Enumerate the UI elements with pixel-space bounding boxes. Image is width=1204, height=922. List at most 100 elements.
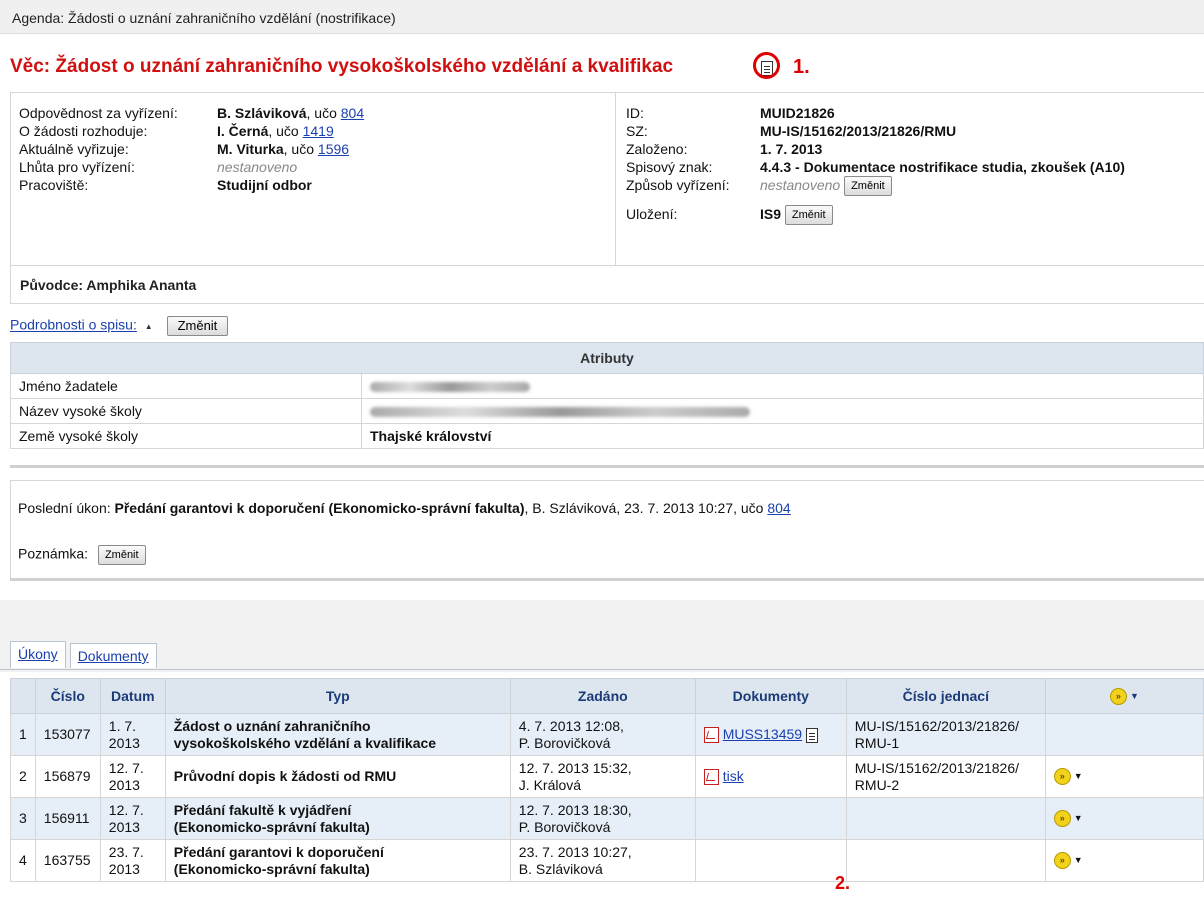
row-cislo: 163755 xyxy=(34,839,101,882)
chevron-down-icon[interactable]: ▼ xyxy=(1130,691,1139,701)
row-dokumenty: MUSS13459 xyxy=(694,713,847,756)
row-index: 2 xyxy=(10,755,36,798)
tabs: Úkony Dokumenty xyxy=(10,641,161,668)
pdf-icon[interactable] xyxy=(703,727,719,744)
tab-dokumenty[interactable]: Dokumenty xyxy=(69,643,157,668)
datum-line: 2013 xyxy=(108,776,140,793)
cj-line: MU-IS/15162/2013/21826/ xyxy=(854,717,1020,734)
collapse-up-icon[interactable]: ▲ xyxy=(145,322,153,331)
tab-dokumenty-label[interactable]: Dokumenty xyxy=(78,648,149,664)
uco-text: , učo xyxy=(306,105,341,121)
row-cislo-jednaci: MU-IS/15162/2013/21826/RMU-2 xyxy=(845,755,1046,798)
actions-menu-icon[interactable]: » xyxy=(1109,687,1127,705)
uco-text: , učo xyxy=(283,141,318,157)
cj-line: MU-IS/15162/2013/21826/ xyxy=(854,759,1020,776)
datum-line: 23. 7. xyxy=(108,843,144,860)
pdf-icon[interactable] xyxy=(703,769,719,786)
sz-value: MU-IS/15162/2013/21826/RMU xyxy=(760,123,957,139)
vyrizuje-name: M. Viturka xyxy=(217,141,284,157)
zadano-line: P. Borovičková xyxy=(518,734,611,751)
attribute-label: Název vysoké školy xyxy=(10,398,362,424)
typ-line: vysokoškolského vzdělání a kvalifikace xyxy=(173,734,437,751)
change-ulozeni-button[interactable]: Změnit xyxy=(784,205,833,226)
podrobnosti-row: Podrobnosti o spisu: ▲ Změnit xyxy=(10,316,229,336)
row-typ: Žádost o uznání zahraničního vysokoškolsk… xyxy=(164,713,511,756)
typ-line: Předání garantovi k doporučení xyxy=(173,843,384,860)
lhuta-value: nestanoveno xyxy=(217,159,298,175)
ulozeni-value: IS9 xyxy=(760,206,782,222)
document-link[interactable]: tisk xyxy=(723,768,744,784)
uco-link-1419[interactable]: 1419 xyxy=(303,123,334,139)
posledni-rest: , B. Szláviková, 23. 7. 2013 10:27, učo xyxy=(524,500,768,516)
table-row: 4 163755 23. 7. 2013 Předání garantovi k … xyxy=(10,839,1204,882)
cj-line: RMU-2 xyxy=(854,776,900,793)
row-cislo-jednaci xyxy=(845,797,1046,840)
row-zadano: 12. 7. 2013 15:32, J. Králová xyxy=(509,755,696,798)
datum-line: 12. 7. xyxy=(108,801,144,818)
row-zadano: 23. 7. 2013 10:27, B. Szláviková xyxy=(509,839,696,882)
change-poznamka-button[interactable]: Změnit xyxy=(97,545,146,565)
attribute-value-redacted xyxy=(361,373,1204,399)
uco-link-1596[interactable]: 1596 xyxy=(318,141,349,157)
row-actions: » ▼ xyxy=(1044,755,1204,798)
cj-line: RMU-1 xyxy=(854,734,900,751)
datum-line: 12. 7. xyxy=(108,759,144,776)
col-typ: Typ xyxy=(164,678,511,714)
col-index xyxy=(10,678,36,714)
tab-ukony[interactable]: Úkony xyxy=(10,641,66,668)
row-dokumenty: tisk xyxy=(694,755,847,798)
row-zadano: 12. 7. 2013 18:30, P. Borovičková xyxy=(509,797,696,840)
col-cislo: Číslo xyxy=(34,678,101,714)
change-podrobnosti-button[interactable]: Změnit xyxy=(166,316,229,336)
chevron-down-icon[interactable]: ▼ xyxy=(1074,768,1083,785)
label-spisovy-znak: Spisový znak: xyxy=(626,159,713,175)
row-index: 1 xyxy=(10,713,36,756)
pracoviste-value: Studijní odbor xyxy=(217,177,312,193)
tab-ukony-label[interactable]: Úkony xyxy=(18,646,58,662)
uco-link-804[interactable]: 804 xyxy=(767,500,790,516)
info-divider xyxy=(615,93,616,265)
col-datum: Datum xyxy=(99,678,166,714)
divider xyxy=(10,480,1204,481)
document-link[interactable]: MUSS13459 xyxy=(723,726,802,742)
puvodce-row: Původce: Amphika Ananta xyxy=(10,266,1204,304)
actions-menu-icon[interactable]: » xyxy=(1053,768,1071,786)
annotation-2: 2. xyxy=(835,873,851,893)
label-zpusob: Způsob vyřízení: xyxy=(626,177,730,193)
chevron-down-icon[interactable]: ▼ xyxy=(1074,852,1083,869)
datum-line: 2013 xyxy=(108,818,140,835)
row-cislo-jednaci xyxy=(845,839,1046,882)
row-actions: » ▼ xyxy=(1044,839,1204,882)
row-datum: 12. 7. 2013 xyxy=(99,755,166,798)
info-box: Odpovědnost za vyřízení: B. Szláviková, … xyxy=(10,92,1204,266)
row-cislo: 153077 xyxy=(34,713,101,756)
change-zpusob-button[interactable]: Změnit xyxy=(844,176,892,197)
typ-line: (Ekonomicko-správní fakulta) xyxy=(173,818,370,835)
document-icon[interactable] xyxy=(805,727,818,743)
attribute-value-redacted xyxy=(361,398,1204,424)
row-actions xyxy=(1044,713,1204,756)
actions-menu-icon[interactable]: » xyxy=(1053,852,1071,870)
puvodce-label: Původce: xyxy=(20,277,84,293)
label-id: ID: xyxy=(626,105,644,121)
puvodce-value: Amphika Ananta xyxy=(86,277,197,293)
datum-line: 2013 xyxy=(108,860,140,877)
row-cislo: 156879 xyxy=(34,755,101,798)
posledni-ukon: Poslední úkon: Předání garantovi k dopor… xyxy=(18,500,791,516)
actions-menu-icon[interactable]: » xyxy=(1053,810,1071,828)
row-datum: 12. 7. 2013 xyxy=(99,797,166,840)
znak-text: - Dokumentace nostrifikace studia, zkouš… xyxy=(791,159,1125,175)
chevron-down-icon[interactable]: ▼ xyxy=(1074,810,1083,827)
row-dokumenty xyxy=(694,839,847,882)
row-index: 4 xyxy=(10,839,36,882)
redacted-blur xyxy=(370,407,750,418)
podrobnosti-link[interactable]: Podrobnosti o spisu: xyxy=(10,317,137,333)
attributes-header: Atributy xyxy=(10,342,1204,374)
posledni-action: Předání garantovi k doporučení (Ekonomic… xyxy=(114,500,525,516)
redacted-blur xyxy=(370,382,530,393)
zadano-line: B. Szláviková xyxy=(518,860,603,877)
row-typ: Předání garantovi k doporučení (Ekonomick… xyxy=(164,839,511,882)
zadano-line: 12. 7. 2013 15:32, xyxy=(518,759,632,776)
uco-link-804[interactable]: 804 xyxy=(341,105,364,121)
zadano-line: P. Borovičková xyxy=(518,818,611,835)
